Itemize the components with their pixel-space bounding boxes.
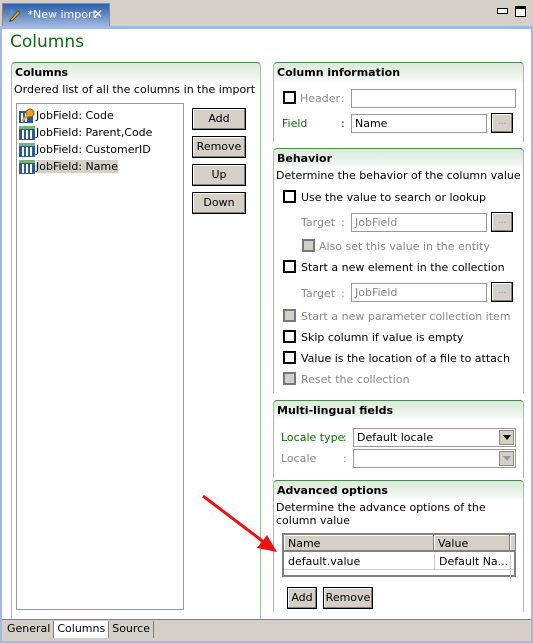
advanced-title: Advanced options	[277, 484, 388, 497]
annotation-arrow-icon	[202, 494, 277, 552]
edit-icon	[9, 9, 21, 22]
locale-type-select[interactable]: Default locale	[353, 428, 516, 447]
add-option-button[interactable]: Add	[287, 587, 317, 609]
column-information-title: Column information	[277, 66, 401, 79]
key-column-icon	[19, 108, 35, 123]
also-set-checkbox[interactable]	[302, 239, 315, 252]
target-label: Target	[301, 287, 336, 300]
move-down-button[interactable]: Down	[192, 192, 246, 214]
file-attach-label: Value is the location of a file to attac…	[301, 352, 510, 365]
remove-option-button[interactable]: Remove	[323, 587, 373, 609]
colon: :	[341, 287, 345, 300]
editor-tab[interactable]: *New import ✕	[2, 3, 110, 26]
columns-section-title: Columns	[15, 66, 69, 79]
header-checkbox[interactable]	[283, 91, 296, 104]
target-label: Target	[301, 216, 336, 229]
field-label: Field	[282, 117, 308, 130]
target-browse-button-2[interactable]: ...	[491, 282, 513, 302]
colon: :	[341, 216, 345, 229]
page-tabs: General Columns Source	[4, 621, 154, 638]
row-name-cell: default.value	[288, 555, 361, 568]
colon: :	[341, 92, 345, 105]
use-search-label: Use the value to search or lookup	[301, 191, 486, 204]
maximize-icon[interactable]	[515, 6, 526, 17]
behavior-description: Determine the behavior of the column val…	[276, 169, 521, 182]
target-input-2[interactable]: JobField	[351, 283, 487, 302]
new-element-label: Start a new element in the collection	[301, 261, 505, 274]
also-set-label: Also set this value in the entity	[319, 240, 490, 253]
header-input[interactable]	[351, 89, 516, 108]
column-icon	[19, 126, 35, 140]
locale-type-value: Default locale	[357, 431, 434, 444]
field-input[interactable]: Name	[351, 114, 487, 133]
list-item[interactable]: JobField: CustomerID	[17, 141, 183, 158]
table-row[interactable]: default.value Default Na...	[284, 554, 514, 582]
advanced-options-table[interactable]: Name Value default.value Default Na...	[282, 533, 516, 582]
column-header-filler	[510, 535, 516, 552]
behavior-title: Behavior	[277, 152, 333, 165]
list-item-selected[interactable]: JobField: Name	[17, 158, 183, 175]
multilingual-title: Multi-lingual fields	[277, 404, 394, 417]
field-browse-button[interactable]: ...	[491, 113, 513, 133]
minimize-icon[interactable]	[497, 8, 508, 14]
locale-label: Locale	[281, 452, 317, 465]
reset-collection-checkbox[interactable]	[283, 372, 296, 385]
move-up-button[interactable]: Up	[192, 164, 246, 186]
new-param-checkbox[interactable]	[283, 309, 296, 322]
file-attach-checkbox[interactable]	[283, 351, 296, 364]
close-icon[interactable]: ✕	[93, 7, 103, 21]
target-browse-button-1[interactable]: ...	[491, 212, 513, 232]
column-icon	[19, 143, 35, 157]
column-header-value[interactable]: Value	[434, 535, 510, 552]
new-element-checkbox[interactable]	[283, 260, 296, 273]
column-divider	[510, 554, 511, 582]
skip-empty-checkbox[interactable]	[283, 330, 296, 343]
locale-type-label: Locale type	[281, 431, 345, 444]
list-item[interactable]: JobField: Parent,Code	[17, 124, 183, 141]
columns-description: Ordered list of all the columns in the i…	[14, 83, 256, 96]
editor-tab-title: *New import	[27, 8, 97, 21]
skip-empty-label: Skip column if value is empty	[301, 331, 464, 344]
chevron-down-icon[interactable]	[499, 451, 514, 466]
new-param-label: Start a new parameter collection item	[301, 310, 511, 323]
colon: :	[343, 452, 347, 465]
row-value-cell: Default Na...	[434, 554, 508, 570]
column-icon	[19, 160, 35, 174]
colon: :	[341, 117, 345, 130]
target-input-1[interactable]: JobField	[351, 213, 487, 232]
header-label: Header	[300, 92, 341, 105]
list-item[interactable]: JobField: Code	[17, 107, 183, 124]
chevron-down-icon[interactable]	[499, 430, 514, 445]
tab-columns[interactable]: Columns	[54, 621, 110, 638]
tab-general[interactable]: General	[4, 621, 55, 638]
locale-select[interactable]	[353, 449, 516, 468]
tab-source[interactable]: Source	[109, 621, 154, 638]
reset-collection-label: Reset the collection	[301, 373, 410, 386]
remove-column-button[interactable]: Remove	[192, 136, 246, 158]
columns-list[interactable]: JobField: Code JobField: Parent,Code Job…	[16, 103, 184, 610]
add-column-button[interactable]: Add	[192, 108, 246, 130]
use-search-checkbox[interactable]	[283, 190, 296, 203]
page-title: Columns	[10, 32, 84, 52]
colon: :	[343, 431, 347, 444]
column-header-name[interactable]: Name	[284, 535, 434, 552]
advanced-description: Determine the advance options of the col…	[276, 501, 486, 527]
